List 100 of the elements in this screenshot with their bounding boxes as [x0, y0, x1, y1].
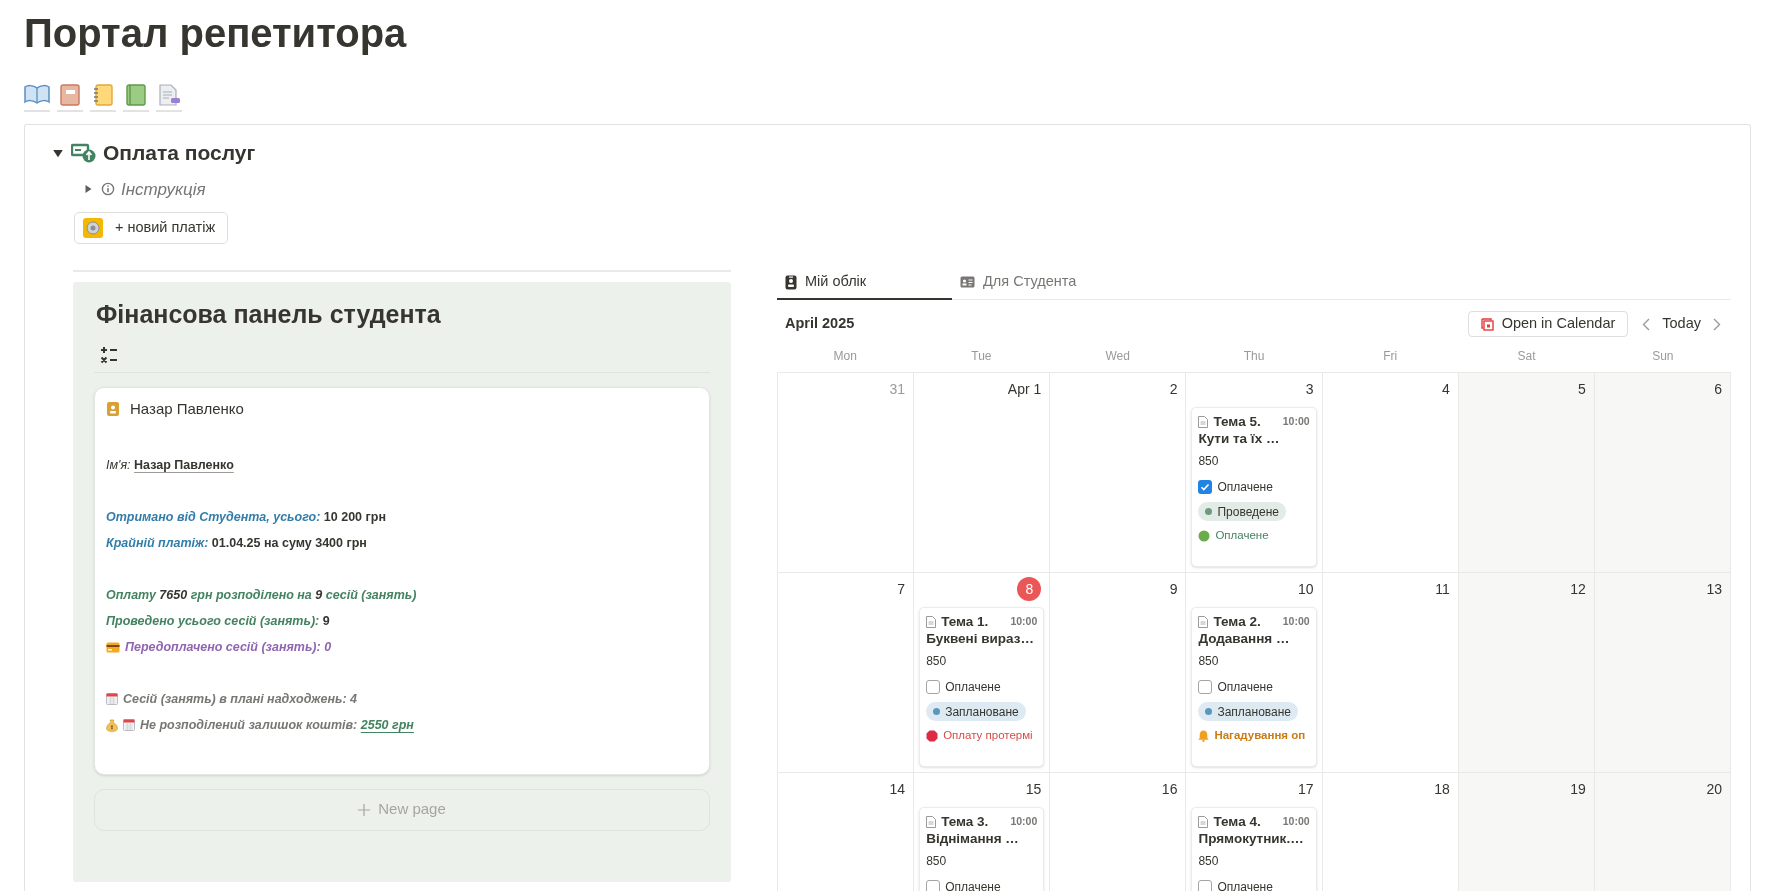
chevron-left-icon[interactable] — [1642, 317, 1651, 331]
event-title: Віднімання … — [926, 830, 1019, 847]
day-number: 3 — [1305, 380, 1314, 399]
badge-icon — [106, 400, 120, 417]
checkbox-label: Оплачене — [945, 879, 1001, 891]
event-time: 10:00 — [1282, 814, 1310, 829]
checkbox[interactable] — [1198, 480, 1213, 494]
day-cell[interactable]: 5 — [1458, 373, 1595, 573]
closed-book-icon[interactable] — [123, 82, 149, 112]
payment-note: Нагадування оп — [1214, 728, 1306, 743]
day-cell[interactable]: 10 Тема 2. 10:00 Додавання … 850 Оплачене Заплановане Нагадування оп — [1186, 573, 1323, 773]
student-link[interactable]: Назар Павленко — [134, 458, 234, 472]
status-tag: Проведене — [1198, 502, 1287, 521]
weekday-label: Sun — [1652, 348, 1674, 365]
calendar-icon — [123, 719, 135, 731]
event-card[interactable]: Тема 5. 10:00 Кути та їх … 850 Оплачене Проведене Оплачене — [1191, 407, 1317, 567]
page-icon — [926, 615, 937, 628]
dot-icon — [1198, 529, 1211, 542]
day-number: 6 — [1714, 380, 1722, 399]
weekday-label: Fri — [1383, 348, 1398, 365]
day-cell[interactable]: 2 — [1050, 373, 1187, 573]
day-cell[interactable]: 3 Тема 5. 10:00 Кути та їх … 850 Оплачене Проведене Оплачене — [1186, 373, 1323, 573]
open-book-icon[interactable] — [24, 82, 50, 112]
checkbox-label: Оплачене — [1217, 679, 1273, 696]
weekday-label: Wed — [1105, 348, 1130, 365]
coin-icon — [83, 218, 103, 238]
day-number: 11 — [1435, 580, 1450, 599]
event-card[interactable]: Тема 2. 10:00 Додавання … 850 Оплачене Заплановане Нагадування оп — [1191, 607, 1317, 767]
chevron-right-icon[interactable] — [1713, 317, 1721, 331]
day-cell[interactable]: 19 — [1458, 773, 1595, 891]
balance-link[interactable]: 2550 грн — [360, 718, 414, 732]
checkbox[interactable] — [1198, 880, 1213, 891]
checkbox-label: Оплачене — [945, 679, 1001, 696]
day-number: 4 — [1441, 380, 1450, 399]
day-number: 31 — [889, 380, 906, 399]
event-time: 10:00 — [1282, 414, 1310, 429]
day-number: 5 — [1578, 380, 1586, 399]
event-card[interactable]: Тема 4. 10:00 Прямокутник.… 850 Оплачене — [1191, 807, 1317, 891]
calculator-icon — [100, 345, 118, 364]
bell-icon — [1198, 729, 1210, 742]
view-tab[interactable]: Для Студента — [952, 266, 1127, 300]
event-number: Тема 2. — [1213, 613, 1261, 630]
day-cell[interactable]: 13 — [1594, 573, 1731, 773]
page-icon — [926, 815, 937, 828]
info-line: Не розподілений залишок коштів: 2550 грн — [140, 717, 414, 734]
panel-heading: Фінансова панель студента — [95, 299, 441, 330]
status-tag: Заплановане — [926, 702, 1026, 721]
day-number: 15 — [1025, 780, 1042, 799]
event-card[interactable]: Тема 3. 10:00 Віднімання … 850 Оплачене — [919, 807, 1045, 891]
open-in-calendar-button[interactable]: Open in Calendar — [1467, 311, 1629, 337]
new-payment-button[interactable]: + новий платіж — [74, 212, 229, 244]
event-number: Тема 4. — [1213, 813, 1261, 830]
day-cell[interactable]: 20 — [1594, 773, 1731, 891]
checkbox-label: Оплачене — [1217, 479, 1273, 496]
day-cell[interactable]: 8 Тема 1. 10:00 Буквені вираз… 850 Оплачене Заплановане Оплату протермі — [914, 573, 1051, 773]
day-number: 18 — [1434, 780, 1450, 799]
day-cell[interactable]: 12 — [1458, 573, 1595, 773]
day-cell[interactable]: 9 — [1050, 573, 1187, 773]
today-button[interactable]: Today — [1662, 313, 1701, 335]
day-number: 2 — [1169, 380, 1178, 399]
document-icon[interactable] — [156, 82, 182, 112]
checkbox[interactable] — [1198, 680, 1213, 694]
weekday-label: Tue — [971, 348, 992, 365]
info-line: Сесій (занять) в плані надходжень: 4 — [123, 691, 358, 708]
weekday-label: Thu — [1243, 348, 1265, 365]
checkbox-label: Оплачене — [1217, 879, 1273, 891]
plus-icon — [358, 803, 371, 816]
view-tab[interactable]: Мій облік — [777, 266, 952, 300]
event-card[interactable]: Тема 1. 10:00 Буквені вираз… 850 Оплачене Заплановане Оплату протермі — [919, 607, 1045, 767]
day-cell[interactable]: 6 — [1594, 373, 1731, 573]
student-card[interactable] — [94, 386, 710, 775]
event-price: 850 — [926, 653, 947, 670]
day-cell[interactable]: 7 — [778, 573, 915, 773]
id-card-icon — [960, 276, 975, 288]
event-time: 10:00 — [1010, 814, 1038, 829]
event-price: 850 — [1198, 853, 1219, 870]
info-line: Отримано від Студента, усього: 10 200 грн — [106, 509, 386, 526]
info-line: Крайній платіж: 01.04.25 на суму 3400 грн — [106, 535, 367, 552]
contact-card-icon — [785, 274, 797, 290]
notebook-icon[interactable] — [57, 82, 83, 112]
info-line: Оплату 7650 грн розподілено на 9 сесій (занять) — [106, 587, 417, 604]
event-price: 850 — [926, 853, 947, 870]
weekday-label: Sat — [1517, 348, 1536, 365]
info-line: Передоплачено сесій (занять): 0 — [125, 639, 332, 656]
info-line: Проведено усього сесій (занять): 9 — [106, 613, 330, 630]
day-number: 19 — [1570, 780, 1586, 799]
day-cell[interactable]: 4 — [1322, 373, 1459, 573]
spiral-notebook-icon[interactable] — [90, 82, 116, 112]
instruction-toggle[interactable]: Інструкція — [121, 176, 206, 202]
checkbox[interactable] — [926, 680, 941, 694]
day-cell[interactable]: Apr 1 — [914, 373, 1051, 573]
info-line: Ім'я: Назар Павленко — [106, 457, 234, 474]
event-number: Тема 5. — [1213, 413, 1261, 430]
event-number: Тема 1. — [941, 613, 989, 630]
checkbox[interactable] — [926, 880, 941, 891]
event-time: 10:00 — [1010, 614, 1038, 629]
day-number: 10 — [1298, 580, 1314, 599]
day-number: 16 — [1161, 780, 1178, 799]
day-cell[interactable]: 11 — [1322, 573, 1459, 773]
money-bag-icon — [106, 718, 118, 732]
